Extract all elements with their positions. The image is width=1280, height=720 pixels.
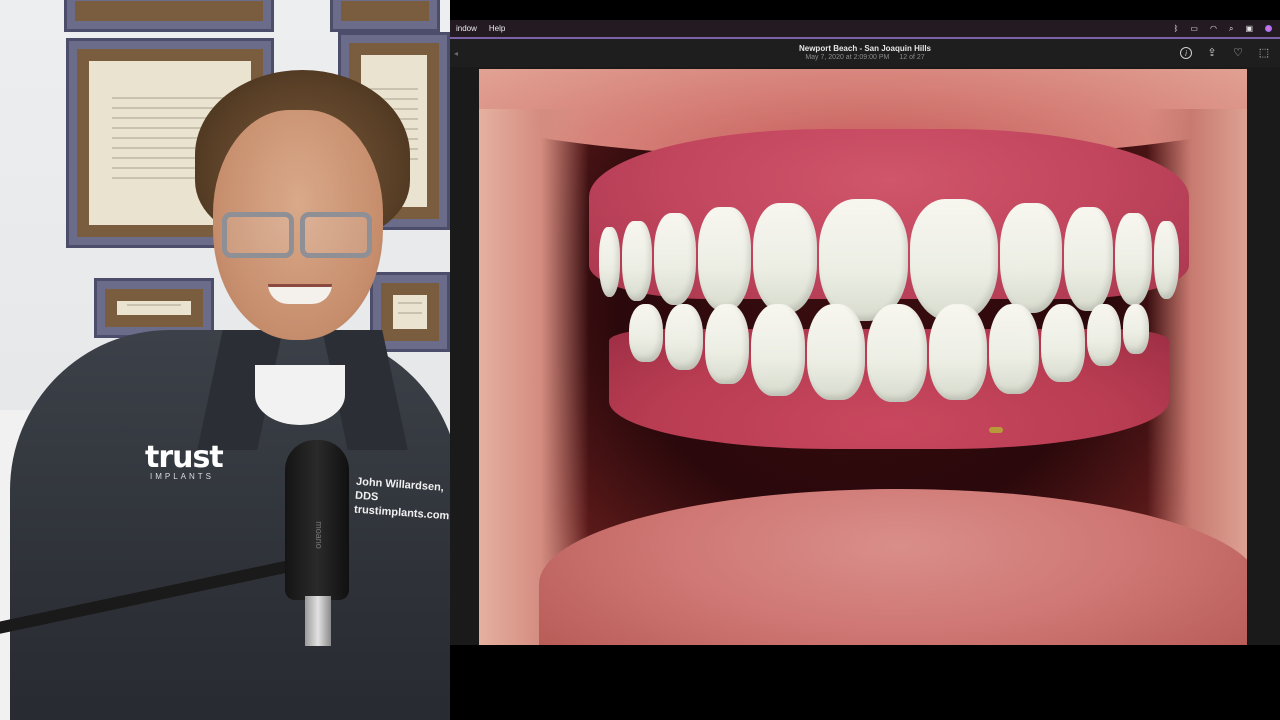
photo-toolbar: ◂ Newport Beach - San Joaquin Hills May … — [450, 37, 1280, 67]
tooth — [752, 203, 818, 313]
tooth — [698, 207, 751, 311]
control-center-icon[interactable]: ▣ — [1245, 24, 1253, 33]
diploma-frame — [330, 0, 440, 32]
podcast-microphone — [285, 440, 349, 600]
glasses-lens — [300, 212, 372, 258]
screen-share: indow Help ᛒ ▭ ◠ ⌕ ▣ ◂ Newport Beach - S… — [450, 0, 1280, 720]
photo-location-title: Newport Beach - San Joaquin Hills — [798, 44, 932, 53]
tooth — [989, 304, 1039, 394]
tooth — [599, 227, 621, 297]
tooth — [622, 221, 652, 301]
status-area: ᛒ ▭ ◠ ⌕ ▣ — [1174, 24, 1280, 34]
tooth — [929, 304, 987, 400]
share-icon[interactable]: ⇪ — [1206, 47, 1218, 59]
bluetooth-icon[interactable]: ᛒ — [1174, 24, 1179, 33]
trust-logo: trust — [145, 440, 224, 475]
menu-window[interactable]: indow — [450, 24, 483, 33]
photo-title-block: Newport Beach - San Joaquin Hills May 7,… — [450, 44, 1280, 61]
photo-viewer — [450, 67, 1280, 645]
tooth — [867, 304, 927, 402]
tooth — [705, 304, 749, 384]
name-embroidery: John Willardsen, DDS trustimplants.com — [354, 475, 450, 524]
glasses-lens — [222, 212, 294, 258]
tooth — [999, 203, 1063, 313]
mic-brand-label: moano — [313, 521, 324, 549]
menu-help[interactable]: Help — [483, 24, 511, 33]
diploma-frame — [64, 0, 274, 32]
tooth — [1153, 221, 1179, 299]
presenter-camera-feed: trust IMPLANTS John Willardsen, DDS trus… — [0, 0, 450, 720]
lower-teeth — [619, 304, 1159, 414]
mic-mount — [305, 596, 331, 646]
dental-photo[interactable] — [479, 69, 1247, 645]
toolbar-actions: i ⇪ ♡ ⬚ — [1180, 47, 1270, 59]
tooth — [665, 304, 703, 370]
implant-screw — [989, 427, 1003, 433]
tooth — [1041, 304, 1085, 382]
tooth — [1087, 304, 1121, 366]
tooth — [629, 304, 663, 362]
tooth — [819, 199, 909, 321]
battery-icon[interactable]: ▭ — [1190, 24, 1198, 33]
search-icon[interactable]: ⌕ — [1229, 24, 1233, 34]
siri-icon[interactable] — [1265, 25, 1272, 32]
rotate-icon[interactable]: ⬚ — [1258, 47, 1270, 59]
photo-meta: May 7, 2020 at 2:09:00 PM 12 of 27 — [450, 54, 1280, 61]
tooth — [807, 304, 865, 400]
diploma-frame — [94, 278, 214, 338]
tooth — [653, 213, 697, 305]
tooth — [1064, 207, 1113, 311]
tooth — [1114, 213, 1152, 305]
info-icon[interactable]: i — [1180, 47, 1192, 59]
tooth — [910, 199, 998, 321]
photo-position: 12 of 27 — [899, 54, 925, 61]
smile — [268, 284, 332, 304]
letterbox-bar — [450, 645, 1280, 720]
photo-date: May 7, 2020 at 2:09:00 PM — [805, 54, 890, 61]
wifi-icon[interactable]: ◠ — [1210, 24, 1217, 33]
favorite-heart-icon[interactable]: ♡ — [1232, 47, 1244, 59]
lower-lip — [539, 489, 1247, 645]
menu-bar: indow Help ᛒ ▭ ◠ ⌕ ▣ — [450, 20, 1280, 37]
tooth — [751, 304, 805, 396]
trust-logo-subtext: IMPLANTS — [150, 472, 215, 481]
undershirt — [255, 365, 345, 425]
tooth — [1123, 304, 1149, 354]
